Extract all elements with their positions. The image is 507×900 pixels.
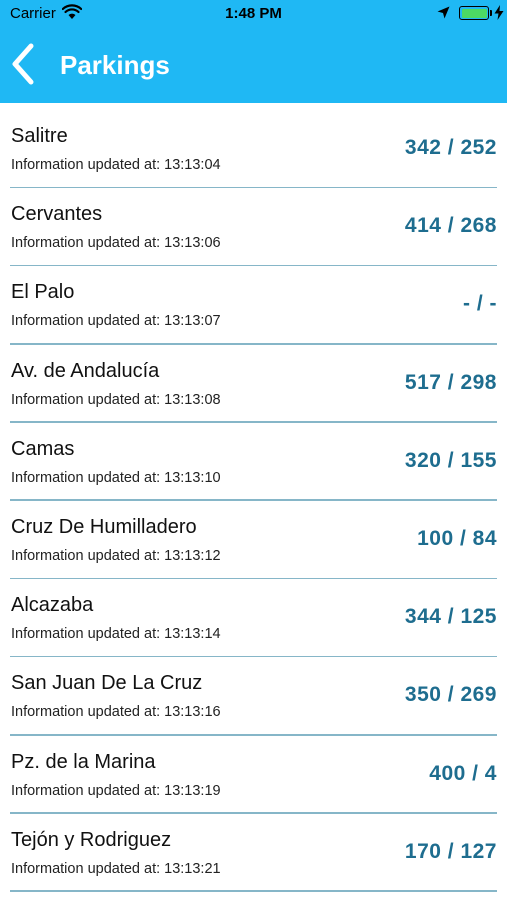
parking-name: El Palo — [11, 281, 75, 304]
parking-list-item[interactable]: San Juan De La Cruz Information updated … — [0, 657, 507, 736]
update-info: Information updated at: 13:13:21 — [11, 861, 221, 877]
charging-bolt-icon — [494, 5, 504, 20]
parking-list-item[interactable]: Cervantes Information updated at: 13:13:0… — [0, 188, 507, 267]
parking-list-item[interactable]: Av. de Andalucía Information updated at:… — [0, 345, 507, 423]
page-title: Parkings — [60, 50, 170, 80]
update-time: 13:13:10 — [164, 469, 221, 486]
update-time: 13:13:08 — [164, 391, 221, 408]
update-info: Information updated at: 13:13:07 — [11, 313, 221, 329]
parking-name: Cruz De Humilladero — [11, 515, 197, 538]
parking-list-item[interactable]: Salitre Information updated at: 13:13:04 … — [0, 110, 507, 189]
parking-counts: 344 / 125 — [404, 605, 497, 629]
chevron-left-icon — [12, 43, 34, 85]
update-label: Information updated at: — [11, 157, 161, 173]
parking-counts: - / - — [463, 292, 497, 316]
row-divider — [10, 890, 497, 892]
parking-name: Av. de Andalucía — [11, 359, 160, 382]
status-bar: Carrier 1:48 PM — [0, 0, 507, 28]
update-info: Information updated at: 13:13:12 — [11, 548, 221, 564]
update-label: Information updated at: — [11, 782, 161, 799]
update-info: Information updated at: 13:13:08 — [11, 392, 221, 408]
update-time: 13:13:06 — [164, 235, 221, 252]
update-label: Information updated at: — [11, 469, 161, 486]
update-time: 13:13:21 — [164, 860, 221, 877]
parking-name: Cervantes — [11, 203, 103, 226]
battery-icon — [459, 6, 489, 20]
parking-name: Tejón y Rodriguez — [11, 828, 172, 851]
update-info: Information updated at: 13:13:04 — [11, 157, 221, 173]
update-label: Information updated at: — [11, 547, 161, 564]
update-info: Information updated at: 13:13:10 — [11, 470, 221, 486]
update-info: Information updated at: 13:13:16 — [11, 704, 221, 720]
location-arrow-icon — [437, 6, 450, 19]
parking-name: Camas — [11, 437, 75, 460]
update-label: Information updated at: — [11, 626, 161, 643]
update-label: Information updated at: — [11, 860, 161, 877]
parking-list-item[interactable]: Tejón y Rodriguez Information updated at… — [0, 814, 507, 892]
navigation-header: Carrier 1:48 PM Parkings — [0, 0, 507, 103]
parking-counts: 342 / 252 — [404, 136, 497, 159]
parking-counts: 517 / 298 — [404, 370, 497, 394]
back-button[interactable] — [6, 42, 40, 86]
parking-counts: 400 / 4 — [429, 761, 497, 785]
update-label: Information updated at: — [11, 704, 161, 721]
parking-counts: 350 / 269 — [404, 683, 497, 707]
update-time: 13:13:04 — [164, 157, 221, 173]
update-time: 13:13:14 — [164, 626, 221, 643]
update-time: 13:13:16 — [164, 704, 221, 721]
parking-list-item[interactable]: Alcazaba Information updated at: 13:13:14… — [0, 579, 507, 658]
update-info: Information updated at: 13:13:06 — [11, 235, 221, 251]
update-time: 13:13:07 — [164, 313, 221, 330]
parking-counts: 100 / 84 — [417, 526, 497, 550]
parking-list-item[interactable]: Camas Information updated at: 13:13:10 32… — [0, 423, 507, 501]
parking-counts: 320 / 155 — [404, 448, 497, 472]
status-time: 1:48 PM — [225, 5, 282, 22]
parking-name: Salitre — [11, 125, 68, 147]
parking-list-item[interactable]: El Palo Information updated at: 13:13:07 … — [0, 266, 507, 345]
update-time: 13:13:12 — [164, 547, 221, 564]
update-info: Information updated at: 13:13:19 — [11, 783, 221, 799]
parking-name: Alcazaba — [11, 594, 94, 617]
update-label: Information updated at: — [11, 313, 161, 330]
update-time: 13:13:19 — [164, 782, 221, 799]
update-label: Information updated at: — [11, 235, 161, 252]
parking-name: Pz. de la Marina — [11, 750, 156, 773]
update-info: Information updated at: 13:13:14 — [11, 626, 221, 642]
update-label: Information updated at: — [11, 391, 161, 408]
battery-tip — [490, 10, 492, 16]
parking-name: San Juan De La Cruz — [11, 672, 203, 695]
parking-list-item[interactable]: Pz. de la Marina Information updated at:… — [0, 736, 507, 814]
parking-list-item[interactable]: Cruz De Humilladero Information updated … — [0, 501, 507, 580]
parking-list: Salitre Information updated at: 13:13:04 … — [0, 110, 507, 892]
parking-counts: 414 / 268 — [404, 214, 497, 238]
parking-counts: 170 / 127 — [404, 839, 497, 863]
